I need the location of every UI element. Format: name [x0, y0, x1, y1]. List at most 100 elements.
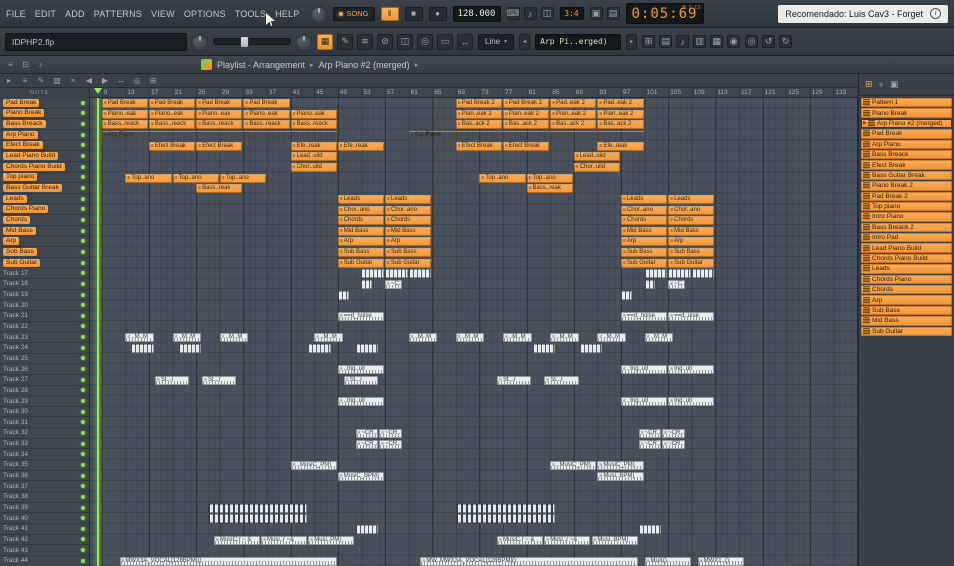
audio-clip[interactable]: ≡ ..M..M: [125, 333, 154, 343]
track-mute-led[interactable]: [81, 441, 85, 446]
pattern-clip[interactable]: ≡ Efect Break: [455, 141, 502, 151]
track-mute-led[interactable]: [81, 388, 85, 393]
pattern-clip[interactable]: ≡ Pad Break 2: [503, 99, 550, 108]
track-mute-led[interactable]: [81, 154, 85, 159]
pattern-clip[interactable]: ≡ Bass..reack: [243, 120, 290, 130]
pattern-clip[interactable]: ≡ Arp Piano: [101, 130, 337, 140]
pattern-list-item[interactable]: Pattern 1: [861, 98, 952, 108]
picker-grid-icon[interactable]: ⊞: [865, 79, 873, 90]
track-row[interactable]: Track 31: [0, 418, 89, 429]
audio-clip[interactable]: ≡ ~CR..: [379, 439, 402, 449]
track-row[interactable]: Track 22: [0, 322, 89, 333]
pattern-clip[interactable]: ≡ Mid Bass: [668, 226, 715, 236]
pattern-clip[interactable]: ≡ Chords: [668, 216, 715, 226]
track-row[interactable]: Pad Break: [0, 98, 89, 109]
pattern-list-item[interactable]: Chords Piano: [861, 274, 952, 285]
menu-item-patterns[interactable]: PATTERNS: [94, 9, 142, 19]
track-mute-led[interactable]: [81, 228, 85, 233]
pattern-clip[interactable]: ≡ Pad Break: [101, 99, 148, 108]
pattern-list-item[interactable]: Arp Piano: [861, 139, 952, 149]
track-row[interactable]: Chords Piano Build: [0, 162, 89, 173]
audio-clip[interactable]: ≡ ..M..M: [219, 333, 249, 343]
menu-item-tools[interactable]: TOOLS: [235, 9, 266, 19]
pattern-clip[interactable]: ≡ Efect Break: [196, 141, 243, 151]
delete-tool-button[interactable]: ⊘: [377, 33, 393, 50]
pattern-list-item[interactable]: Pad Break: [861, 129, 952, 139]
track-row[interactable]: Efect Break: [0, 141, 89, 152]
track-mute-led[interactable]: [81, 377, 85, 382]
audio-clip[interactable]: ≡ ..M..M: [550, 333, 579, 343]
pattern-clip[interactable]: ≡ Arp: [385, 237, 432, 247]
audio-clip[interactable]: [408, 269, 432, 279]
timeline[interactable]: 9 13 17 21 25 29 33 37 41 45 49 53 57 61 65 69 73 77 81 85 8…: [90, 88, 858, 98]
track-mute-led[interactable]: [81, 292, 85, 297]
pattern-clip[interactable]: ≡ Arp: [668, 237, 715, 247]
audio-clip[interactable]: [208, 514, 308, 524]
audio-clip[interactable]: ≡ St...r: [497, 375, 532, 385]
pattern-clip[interactable]: ≡ Chor..ano: [385, 205, 432, 215]
track-row[interactable]: Track 37: [0, 481, 89, 493]
snap-selector[interactable]: Line ▾: [478, 33, 515, 50]
track-mute-led[interactable]: [81, 239, 85, 244]
prev-marker-icon[interactable]: ◀: [83, 76, 95, 85]
track-row[interactable]: Track 23: [0, 332, 89, 343]
audio-clip[interactable]: ≡ ..Ing..uil: [621, 365, 668, 375]
redo-button[interactable]: ↻: [779, 35, 793, 48]
menu-item-add[interactable]: ADD: [65, 9, 85, 19]
pattern-clip[interactable]: ≡ Bass..reak: [526, 184, 573, 194]
track-mute-led[interactable]: [81, 175, 85, 180]
track-mute-led[interactable]: [81, 537, 85, 542]
playlist-pattern-name[interactable]: Arp Piano #2 (merged): [319, 60, 410, 70]
pattern-list-item[interactable]: Chords Piano Build: [861, 253, 952, 264]
track-row[interactable]: Track 38: [0, 492, 89, 503]
record-button[interactable]: ●: [428, 6, 447, 21]
audio-clip[interactable]: ≡ MWX3A_VOCAL[128BPM](): [119, 556, 337, 566]
pattern-clip[interactable]: ≡ Bass..reak: [196, 184, 243, 194]
pattern-list-item[interactable]: Bass Breack 2: [861, 222, 952, 233]
audio-clip[interactable]: [337, 290, 349, 300]
pattern-clip[interactable]: ≡ Arp: [621, 237, 668, 247]
pattern-clip[interactable]: ≡ Leads: [621, 194, 668, 204]
pattern-list-item[interactable]: ▶ Arp Piano #2 (merged): [861, 118, 952, 129]
audio-clip[interactable]: ≡ ..M..M: [597, 333, 626, 343]
pattern-clip[interactable]: ≡ Leads: [668, 194, 715, 204]
track-mute-led[interactable]: [81, 335, 85, 340]
audio-clip[interactable]: ≡ Musi..BPM): [591, 535, 638, 545]
pattern-clip[interactable]: ≡ Efe..reak: [597, 141, 644, 151]
pattern-clip[interactable]: ≡ Chords: [385, 216, 432, 226]
playlist-button[interactable]: ▤: [659, 35, 673, 48]
track-mute-led[interactable]: [81, 462, 85, 467]
audio-clip[interactable]: [455, 514, 556, 524]
track-mute-led[interactable]: [81, 409, 85, 414]
audio-clip[interactable]: ≡ St...r: [202, 375, 237, 385]
pattern-clip[interactable]: ≡ Bas..ack 2: [597, 120, 644, 130]
track-row[interactable]: Chords Piano: [0, 205, 89, 216]
audio-clip[interactable]: ≡ Ing..ull: [668, 397, 715, 407]
menu-item-options[interactable]: OPTIONS: [184, 9, 226, 19]
track-row[interactable]: Track 24: [0, 343, 89, 354]
plugin-picker-button[interactable]: ◉: [727, 35, 741, 48]
audio-clip[interactable]: ≡ ..Ing..uil: [337, 397, 384, 407]
audio-clip[interactable]: [455, 503, 556, 513]
track-row[interactable]: Track 21: [0, 311, 89, 322]
track-mute-led[interactable]: [81, 345, 85, 350]
pattern-clip[interactable]: ≡ Arp Piano: [408, 130, 644, 140]
track-row[interactable]: Track 34: [0, 449, 89, 461]
track-row[interactable]: Lead Piano Build: [0, 151, 89, 162]
draw-tool-button[interactable]: ▦: [317, 33, 333, 50]
pattern-clip[interactable]: ≡ Top..ano: [479, 173, 526, 183]
pattern-prev-button[interactable]: ◂: [519, 33, 531, 50]
audio-clip[interactable]: ≡ MWX1..(): [697, 556, 744, 566]
pattern-clip[interactable]: ≡ Pian..eak 2: [550, 109, 597, 119]
tempo-display[interactable]: 128.000: [452, 5, 501, 22]
track-mute-led[interactable]: [81, 516, 85, 521]
pattern-clip[interactable]: ≡ Pian..eak 2: [455, 109, 502, 119]
track-mute-led[interactable]: [81, 452, 85, 457]
track-row[interactable]: Sub Guitar: [0, 258, 89, 269]
pattern-clip[interactable]: ≡ Leads: [337, 194, 384, 204]
pattern-clip[interactable]: ≡ Sub Bass: [621, 248, 668, 258]
audio-clip[interactable]: ≡ ~CR..: [355, 439, 379, 449]
track-row[interactable]: Track 42: [0, 535, 89, 546]
slider-handle[interactable]: [239, 36, 249, 48]
keep-on-top-icon[interactable]: ♪: [35, 59, 46, 70]
